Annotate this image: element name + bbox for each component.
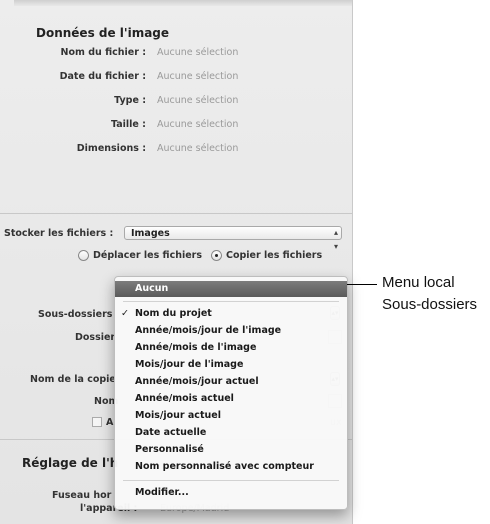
copy-files-label: Copier les fichiers — [226, 250, 323, 261]
menu-item-image-ym[interactable]: Année/mois de l'image — [115, 340, 347, 356]
move-files-label: Déplacer les fichiers — [93, 250, 202, 261]
file-date-value: Aucune sélection — [157, 71, 239, 82]
store-files-label: Stocker les fichiers : — [4, 228, 114, 239]
menu-item-custom-counter[interactable]: Nom personnalisé avec compteur — [115, 459, 347, 475]
copy-files-radio[interactable] — [211, 250, 222, 261]
type-value: Aucune sélection — [157, 95, 239, 106]
size-label: Taille : — [111, 119, 146, 130]
popup-arrows-icon: ▴ ▾ — [333, 228, 338, 251]
menu-separator — [123, 480, 339, 481]
callout-line2: Sous-dossiers — [382, 296, 478, 313]
settings-title: Réglage de l'h — [22, 456, 119, 470]
menu-item-none[interactable]: Aucun — [115, 281, 347, 297]
dimensions-value: Aucune sélection — [157, 143, 239, 154]
subfolders-label: Sous-dossiers — [38, 309, 113, 320]
move-files-radio[interactable] — [78, 250, 89, 261]
menu-item-image-ymd[interactable]: Année/mois/jour de l'image — [115, 323, 347, 339]
menu-item-custom[interactable]: Personnalisé — [115, 442, 347, 458]
menu-separator — [123, 301, 339, 302]
type-label: Type : — [114, 95, 146, 106]
size-value: Aucune sélection — [157, 119, 239, 130]
callout-line1: Menu local — [382, 274, 455, 291]
menu-item-current-date[interactable]: Date actuelle — [115, 425, 347, 441]
section-divider — [0, 213, 352, 214]
menu-item-project-name[interactable]: ✓ Nom du projet — [115, 306, 347, 322]
file-name-label: Nom du fichier : — [60, 47, 146, 58]
apply-checkbox[interactable] — [92, 417, 102, 427]
menu-item-current-md[interactable]: Mois/jour actuel — [115, 408, 347, 424]
folder-label: Dossier — [75, 332, 116, 343]
checkmark-icon: ✓ — [121, 308, 129, 319]
store-files-value: Images — [131, 228, 170, 239]
subfolders-popup-menu: Aucun ✓ Nom du projet Année/mois/jour de … — [114, 276, 348, 510]
menu-item-edit[interactable]: Modifier... — [115, 485, 347, 501]
store-files-popup[interactable]: Images ▴ ▾ — [124, 226, 342, 251]
image-data-title: Données de l'image — [36, 26, 170, 40]
callout-line — [347, 284, 377, 285]
timezone-label: Fuseau hor — [52, 490, 112, 501]
file-date-label: Date du fichier : — [59, 71, 146, 82]
menu-item-current-ymd[interactable]: Année/mois/jour actuel — [115, 374, 347, 390]
menu-item-current-ym[interactable]: Année/mois actuel — [115, 391, 347, 407]
menu-item-image-md[interactable]: Mois/jour de l'image — [115, 357, 347, 373]
file-name-value: Aucune sélection — [157, 47, 239, 58]
copy-name-label: Nom de la copie — [30, 374, 116, 385]
panel-top-edge — [14, 0, 352, 6]
dimensions-label: Dimensions : — [76, 143, 146, 154]
apply-label: A — [106, 417, 114, 428]
